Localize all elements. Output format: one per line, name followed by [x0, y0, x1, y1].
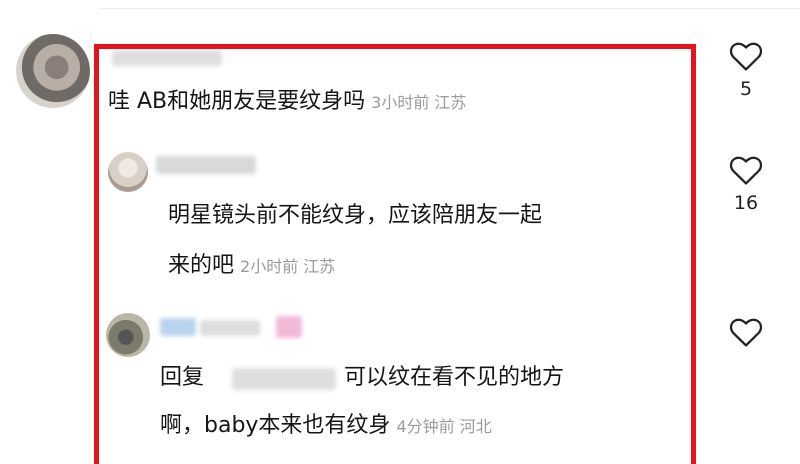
- heart-icon[interactable]: [729, 316, 763, 348]
- heart-icon[interactable]: [729, 154, 763, 186]
- like-button[interactable]: 5: [716, 40, 776, 100]
- like-count: 5: [739, 78, 753, 100]
- like-button[interactable]: [716, 316, 776, 354]
- like-count: 16: [733, 192, 759, 214]
- like-button[interactable]: 16: [716, 154, 776, 214]
- heart-icon[interactable]: [729, 40, 763, 72]
- highlight-frame: [94, 44, 696, 464]
- divider: [100, 8, 800, 9]
- avatar[interactable]: [16, 34, 90, 108]
